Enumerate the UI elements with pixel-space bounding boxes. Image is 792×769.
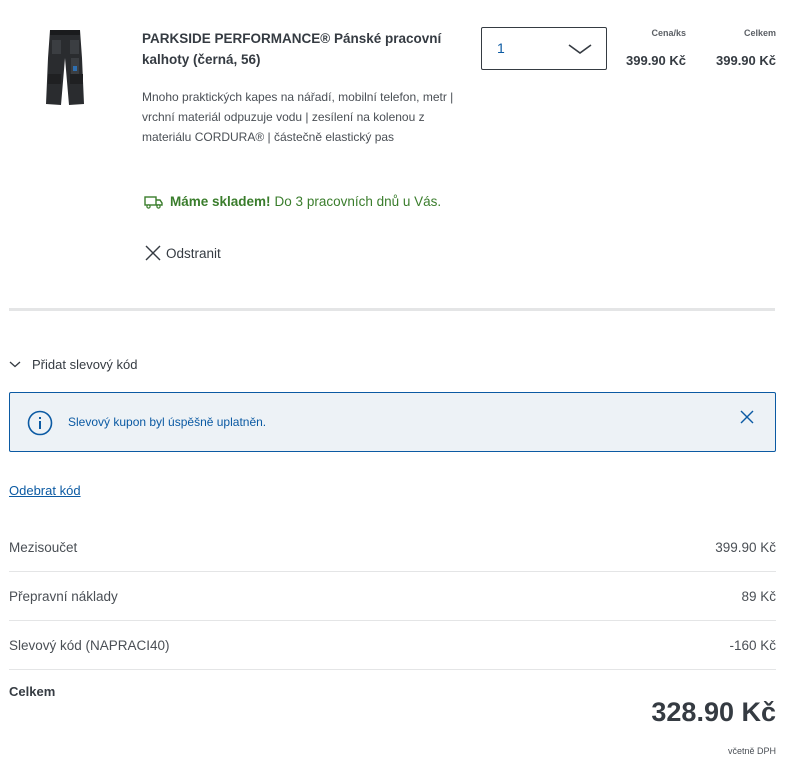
product-image[interactable] [44, 28, 86, 108]
discount-row: Slevový kód (NAPRACI40) -160 Kč [9, 621, 776, 670]
product-description: Mnoho praktických kapes na nářadí, mobil… [142, 90, 454, 144]
quantity-select[interactable]: 1 [481, 27, 607, 70]
grand-total-value: 328.90 Kč [651, 697, 776, 727]
subtotal-label: Mezisoučet [9, 540, 78, 555]
line-total: 399.90 Kč [716, 53, 776, 68]
coupon-success-alert: Slevový kupon byl úspěšně uplatněn. [9, 392, 776, 452]
product-title[interactable]: PARKSIDE PERFORMANCE® Pánské pracovní ka… [142, 28, 452, 70]
section-divider [9, 308, 775, 311]
close-icon [145, 245, 161, 261]
stock-status-bold: Máme skladem! [170, 194, 271, 209]
unit-price: 399.90 Kč [626, 53, 686, 68]
shipping-label: Přepravní náklady [9, 589, 118, 604]
line-total-label: Celkem [743, 28, 776, 38]
alert-message: Slevový kupon byl úspěšně uplatněn. [68, 415, 267, 429]
unit-price-label: Cena/ks [651, 28, 686, 38]
work-trousers-image [46, 30, 84, 105]
discount-value: -160 Kč [729, 638, 776, 653]
add-discount-code-label: Přidat slevový kód [32, 357, 138, 372]
subtotal-value: 399.90 Kč [715, 540, 776, 555]
close-icon[interactable] [739, 409, 755, 425]
stock-status-text: Do 3 pracovních dnů u Vás. [274, 194, 442, 209]
quantity-value: 1 [497, 40, 505, 56]
add-discount-code-toggle[interactable]: Přidat slevový kód [9, 357, 138, 372]
stock-status: Máme skladem! Do 3 pracovních dnů u Vás. [144, 194, 441, 209]
shipping-value: 89 Kč [741, 589, 776, 604]
vat-note: včetně DPH [727, 746, 776, 756]
subtotal-row: Mezisoučet 399.90 Kč [9, 523, 776, 572]
shipping-row: Přepravní náklady 89 Kč [9, 572, 776, 621]
remove-code-link[interactable]: Odebrat kód [9, 483, 81, 498]
discount-label: Slevový kód (NAPRACI40) [9, 638, 170, 653]
info-icon [27, 410, 53, 436]
truck-icon [144, 195, 163, 209]
grand-total-label: Celkem [9, 684, 56, 699]
chevron-down-icon [9, 361, 21, 368]
chevron-down-icon [568, 44, 592, 54]
remove-item-button[interactable]: Odstranit [144, 244, 221, 262]
remove-item-label: Odstranit [166, 245, 221, 261]
